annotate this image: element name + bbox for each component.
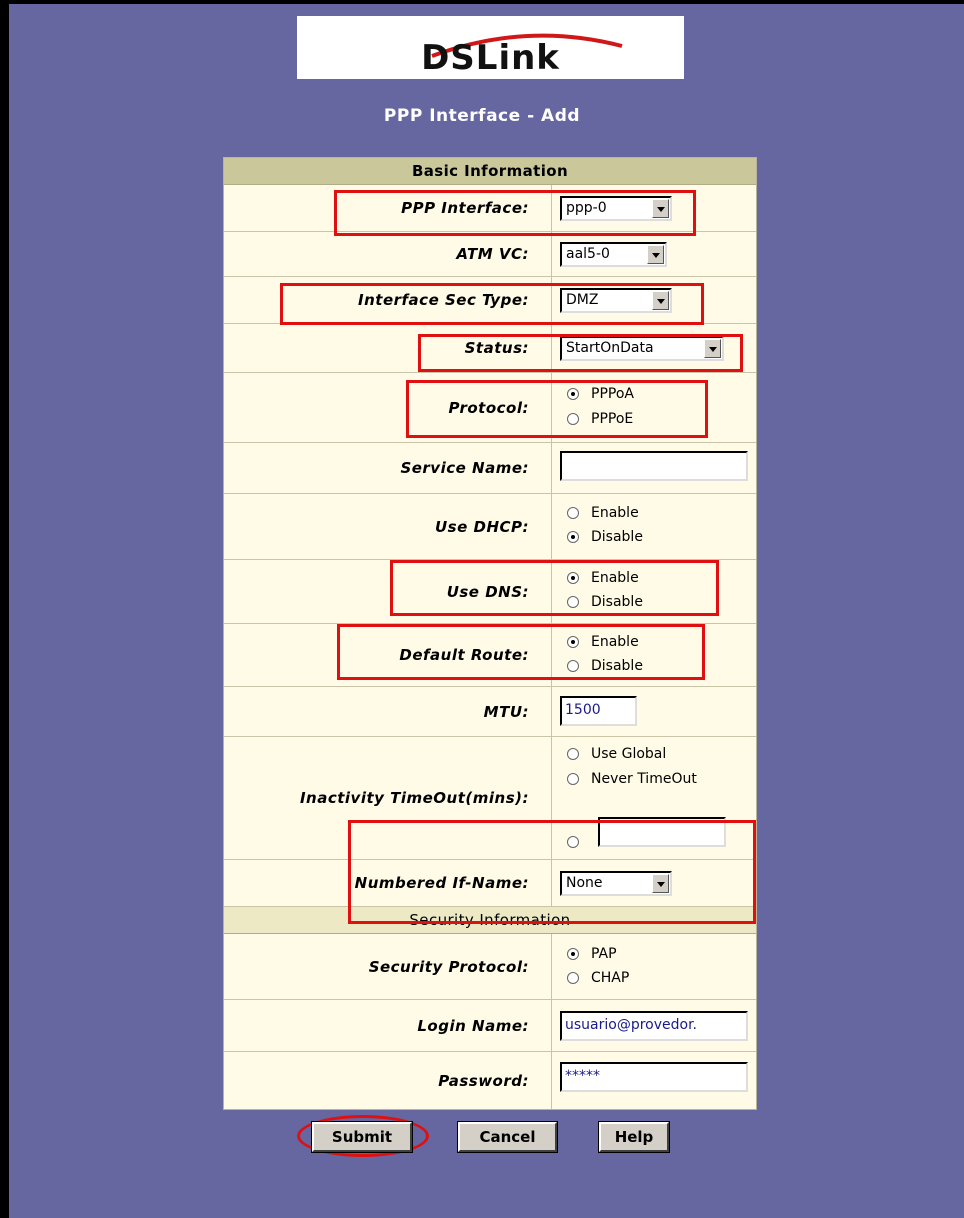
radio-pppoa[interactable] <box>567 388 579 400</box>
basic-info-header: Basic Information <box>224 158 756 185</box>
protocol-pppoe-option[interactable]: PPPoE <box>567 407 633 431</box>
cancel-button[interactable]: Cancel <box>457 1121 558 1153</box>
ppp-interface-label: PPP Interface: <box>224 185 552 231</box>
row-protocol: Protocol: PPPoA PPPoE <box>224 373 756 443</box>
row-login-name: Login Name: usuario@provedor. <box>224 1000 756 1052</box>
dns-disable-label: Disable <box>591 594 643 610</box>
service-name-input[interactable] <box>560 451 748 481</box>
row-security-protocol: Security Protocol: PAP CHAP <box>224 934 756 1000</box>
row-service-name: Service Name: <box>224 443 756 494</box>
route-disable-label: Disable <box>591 658 643 674</box>
row-ppp-interface: PPP Interface: ppp-0 <box>224 185 756 232</box>
dhcp-disable-label: Disable <box>591 529 643 545</box>
dns-enable-label: Enable <box>591 570 639 586</box>
dns-disable-option[interactable]: Disable <box>567 590 643 614</box>
button-bar: Submit Cancel Help <box>0 1121 964 1162</box>
row-use-dns: Use DNS: Enable Disable <box>224 560 756 624</box>
radio-pppoe[interactable] <box>567 413 579 425</box>
radio-dns-disable[interactable] <box>567 596 579 608</box>
chevron-down-icon[interactable] <box>652 874 669 893</box>
pap-option[interactable]: PAP <box>567 942 617 966</box>
route-disable-option[interactable]: Disable <box>567 654 643 678</box>
page-title: PPP Interface - Add <box>383 106 581 126</box>
row-status: Status: StartOnData <box>224 324 756 373</box>
mtu-input[interactable]: 1500 <box>560 696 637 726</box>
use-global-label: Use Global <box>591 746 667 762</box>
row-inactivity-timeout: Inactivity TimeOut(mins): Use Global Nev… <box>224 737 756 860</box>
row-atm-vc: ATM VC: aal5-0 <box>224 232 756 277</box>
sec-type-select[interactable]: DMZ <box>560 288 672 313</box>
sec-type-value: DMZ <box>566 292 599 308</box>
radio-never-timeout[interactable] <box>567 773 579 785</box>
inactivity-label: Inactivity TimeOut(mins): <box>224 737 552 859</box>
dslink-logo: DSLink <box>297 16 684 79</box>
use-dns-label: Use DNS: <box>224 560 552 623</box>
row-use-dhcp: Use DHCP: Enable Disable <box>224 494 756 560</box>
status-value: StartOnData <box>566 340 654 356</box>
route-enable-label: Enable <box>591 634 639 650</box>
pppoa-label: PPPoA <box>591 386 634 402</box>
security-info-header: Security Information <box>224 907 756 934</box>
default-route-label: Default Route: <box>224 624 552 686</box>
logo-text: DSLink <box>421 38 560 78</box>
route-enable-option[interactable]: Enable <box>567 630 639 654</box>
dhcp-enable-option[interactable]: Enable <box>567 501 639 525</box>
help-button[interactable]: Help <box>598 1121 670 1153</box>
chap-label: CHAP <box>591 970 630 986</box>
ppp-form-table: Basic Information PPP Interface: ppp-0 A… <box>223 157 757 1110</box>
dhcp-enable-label: Enable <box>591 505 639 521</box>
radio-pap[interactable] <box>567 948 579 960</box>
chevron-down-icon[interactable] <box>652 291 669 310</box>
never-timeout-label: Never TimeOut <box>591 771 697 787</box>
security-protocol-label: Security Protocol: <box>224 934 552 999</box>
atm-vc-label: ATM VC: <box>224 232 552 276</box>
password-label: Password: <box>224 1052 552 1109</box>
login-name-input[interactable]: usuario@provedor. <box>560 1011 748 1041</box>
radio-custom-timeout[interactable] <box>567 836 579 848</box>
chevron-down-icon[interactable] <box>704 339 721 358</box>
status-label: Status: <box>224 324 552 372</box>
row-password: Password: ***** <box>224 1052 756 1109</box>
numbered-if-select[interactable]: None <box>560 871 672 896</box>
ppp-interface-select[interactable]: ppp-0 <box>560 196 672 221</box>
atm-vc-value: aal5-0 <box>566 246 610 262</box>
pppoe-label: PPPoE <box>591 411 634 427</box>
password-input[interactable]: ***** <box>560 1062 748 1092</box>
use-global-option[interactable]: Use Global <box>567 742 666 766</box>
atm-vc-select[interactable]: aal5-0 <box>560 242 667 267</box>
status-select[interactable]: StartOnData <box>560 336 724 361</box>
radio-dhcp-disable[interactable] <box>567 531 579 543</box>
chevron-down-icon[interactable] <box>652 199 669 218</box>
radio-route-enable[interactable] <box>567 636 579 648</box>
login-name-label: Login Name: <box>224 1000 552 1051</box>
dns-enable-option[interactable]: Enable <box>567 566 639 590</box>
use-dhcp-label: Use DHCP: <box>224 494 552 559</box>
service-name-label: Service Name: <box>224 443 552 493</box>
numbered-if-value: None <box>566 875 603 891</box>
dhcp-disable-option[interactable]: Disable <box>567 525 643 549</box>
ppp-interface-value: ppp-0 <box>566 200 607 216</box>
custom-timeout-option[interactable] <box>567 830 591 854</box>
submit-button[interactable]: Submit <box>311 1121 413 1153</box>
chap-option[interactable]: CHAP <box>567 966 629 990</box>
chevron-down-icon[interactable] <box>647 245 664 264</box>
radio-dns-enable[interactable] <box>567 572 579 584</box>
radio-chap[interactable] <box>567 972 579 984</box>
radio-use-global[interactable] <box>567 748 579 760</box>
sec-type-label: Interface Sec Type: <box>224 277 552 323</box>
pap-label: PAP <box>591 946 617 962</box>
mtu-label: MTU: <box>224 687 552 736</box>
never-timeout-option[interactable]: Never TimeOut <box>567 767 697 791</box>
row-mtu: MTU: 1500 <box>224 687 756 737</box>
radio-dhcp-enable[interactable] <box>567 507 579 519</box>
radio-route-disable[interactable] <box>567 660 579 672</box>
row-numbered-if: Numbered If-Name: None <box>224 860 756 907</box>
row-default-route: Default Route: Enable Disable <box>224 624 756 687</box>
protocol-label: Protocol: <box>224 373 552 442</box>
protocol-pppoa-option[interactable]: PPPoA <box>567 382 634 406</box>
custom-timeout-input[interactable] <box>598 817 726 847</box>
numbered-if-label: Numbered If-Name: <box>224 860 552 906</box>
row-sec-type: Interface Sec Type: DMZ <box>224 277 756 324</box>
